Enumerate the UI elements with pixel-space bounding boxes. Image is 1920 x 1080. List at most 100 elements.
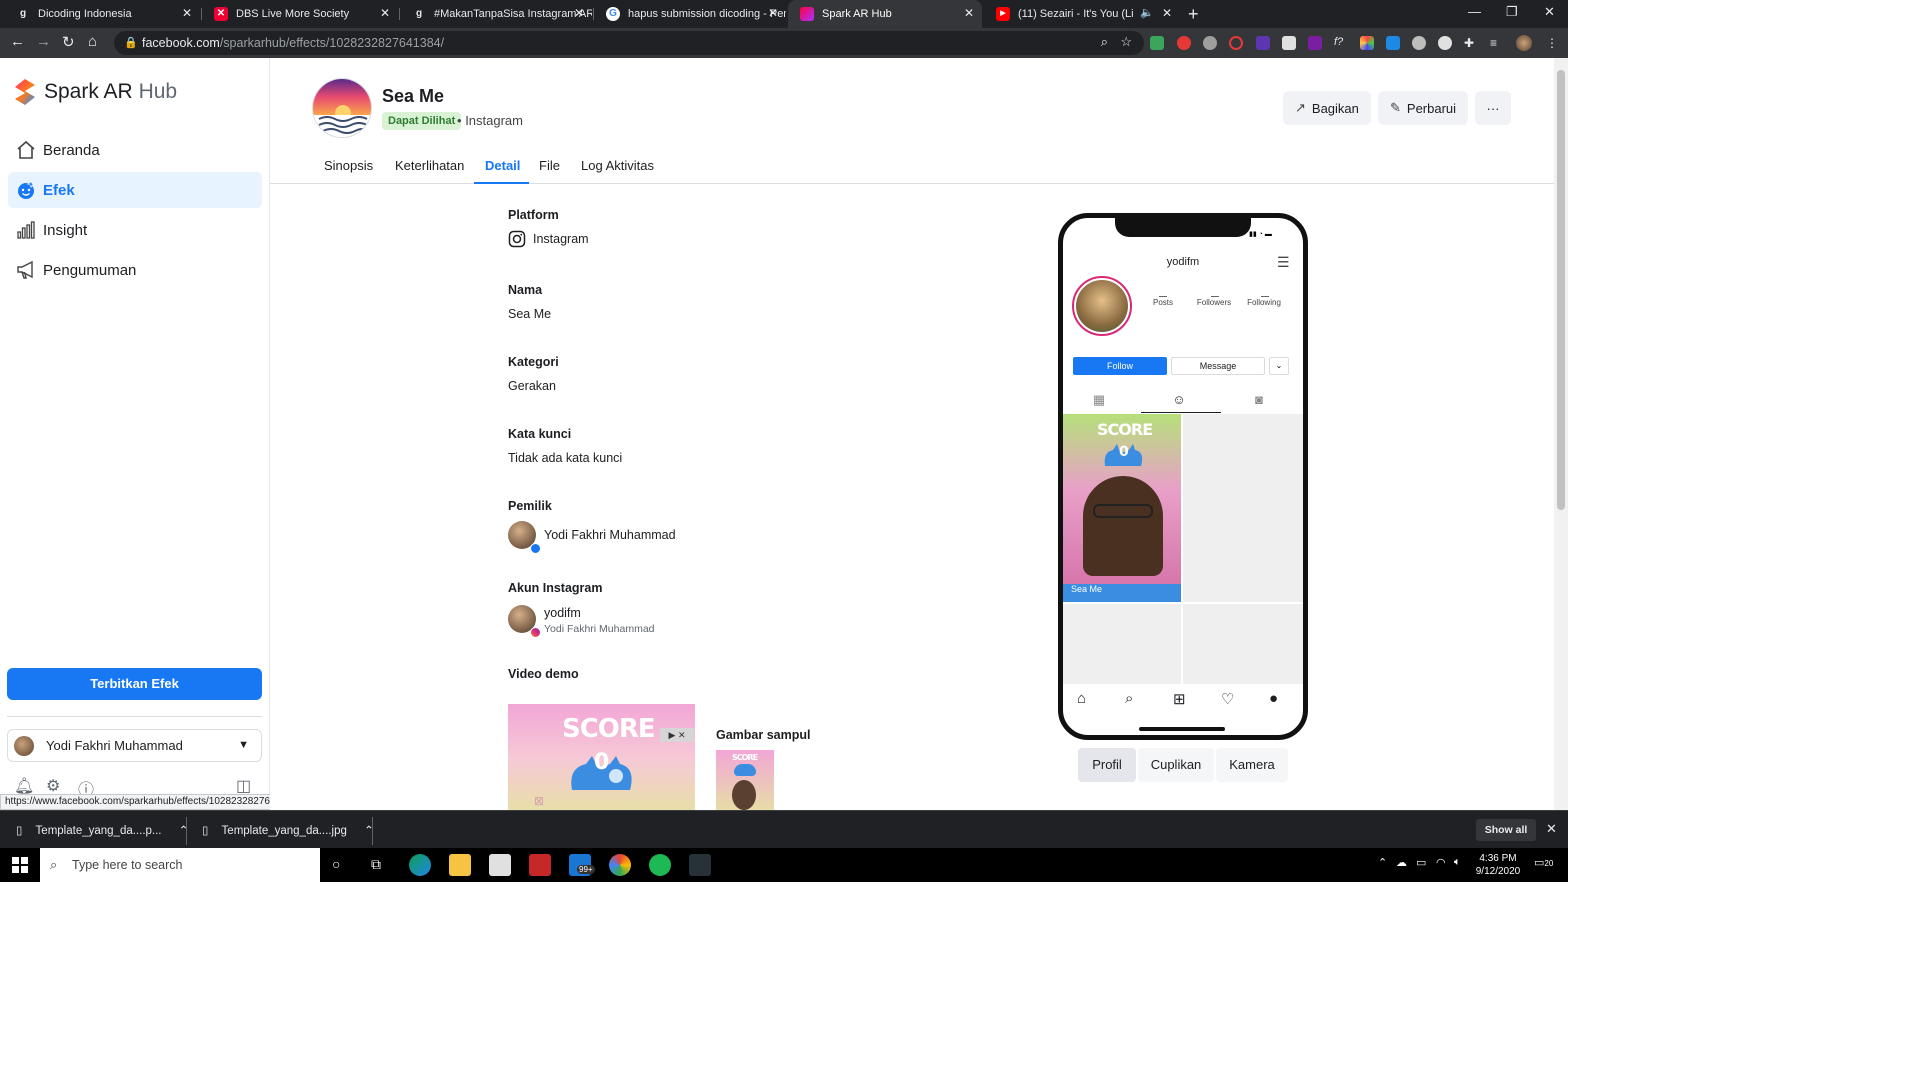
forward-icon[interactable]: →: [36, 33, 51, 50]
tagged-icon[interactable]: ◙: [1251, 392, 1267, 408]
effects-tab-icon[interactable]: ☺: [1171, 392, 1187, 408]
close-icon[interactable]: ✕: [380, 6, 390, 20]
sidebar-item-efek[interactable]: Efek: [8, 172, 262, 208]
windows-start-icon[interactable]: [12, 857, 28, 873]
browser-tab-active[interactable]: Spark AR Hub ✕: [788, 0, 982, 28]
cortana-icon[interactable]: ○: [332, 856, 340, 872]
extension-icon[interactable]: [1150, 36, 1164, 50]
extension-icon[interactable]: [1438, 36, 1452, 50]
home-icon[interactable]: ⌂: [88, 33, 97, 50]
tab-log-aktivitas[interactable]: Log Aktivitas: [581, 158, 654, 173]
browser-tab[interactable]: G hapus submission dicoding - Pen ✕: [594, 0, 786, 28]
extension-icon[interactable]: [1360, 36, 1374, 50]
notification-icon[interactable]: ▭20: [1534, 856, 1553, 869]
app-icon[interactable]: [689, 854, 711, 876]
browser-tab[interactable]: ▶ (11) Sezairi - It's You (Lirik da 🔈 ✕: [984, 0, 1180, 28]
file-explorer-icon[interactable]: [449, 854, 471, 876]
show-all-downloads-button[interactable]: Show all: [1476, 819, 1536, 841]
extension-icon[interactable]: [1308, 36, 1322, 50]
close-window-icon[interactable]: ✕: [1544, 4, 1555, 20]
owner-name[interactable]: Yodi Fakhri Muhammad: [544, 528, 676, 542]
heart-icon[interactable]: ♡: [1221, 690, 1234, 708]
spark-ar-hub-logo[interactable]: Spark AR Hub: [14, 78, 177, 106]
bell-icon[interactable]: 🔔︎: [14, 776, 34, 796]
close-icon[interactable]: ✕: [964, 6, 974, 20]
task-view-icon[interactable]: ⧉: [371, 856, 381, 873]
restore-icon[interactable]: ❐: [1506, 4, 1518, 20]
grid-icon[interactable]: ▦: [1091, 392, 1107, 408]
taskbar-clock[interactable]: 4:36 PM 9/12/2020: [1474, 852, 1522, 878]
sidebar-item-insight[interactable]: Insight: [8, 212, 262, 248]
menu-kebab-icon[interactable]: ⋮: [1546, 36, 1560, 50]
extension-icon[interactable]: [1412, 36, 1426, 50]
wifi-icon[interactable]: ◠: [1436, 856, 1446, 869]
follow-button[interactable]: Follow: [1073, 357, 1167, 375]
browser-tab[interactable]: g Dicoding Indonesia ✕: [4, 0, 200, 28]
collapse-sidebar-icon[interactable]: ◫: [236, 776, 251, 796]
gear-icon[interactable]: ⚙: [46, 776, 60, 796]
bookmark-star-icon[interactable]: ☆: [1120, 34, 1132, 50]
close-icon[interactable]: ✕: [1162, 6, 1172, 20]
close-icon[interactable]: ✕: [768, 6, 778, 20]
puzzle-icon[interactable]: ✚: [1464, 36, 1478, 50]
tab-detail[interactable]: Detail: [485, 158, 520, 173]
browser-tab[interactable]: g #MakanTanpaSisa Instagram AR ✕: [400, 0, 592, 28]
extension-icon[interactable]: [1386, 36, 1400, 50]
view-tab-cuplikan[interactable]: Cuplikan: [1138, 748, 1214, 782]
extension-icon[interactable]: [1177, 36, 1191, 50]
effect-grid-cell[interactable]: SCORE 0 Sea Me: [1063, 414, 1181, 602]
volume-icon[interactable]: 🔈︎: [1454, 856, 1461, 869]
media-control-icon[interactable]: ≡: [1490, 36, 1504, 50]
extension-icon[interactable]: [1256, 36, 1270, 50]
speaker-icon[interactable]: 🔈: [1140, 6, 1154, 19]
chrome-icon[interactable]: [609, 854, 631, 876]
extension-icon[interactable]: [1282, 36, 1296, 50]
cloud-icon[interactable]: ☁: [1396, 856, 1407, 869]
extension-icon[interactable]: [1229, 36, 1243, 50]
ig-username[interactable]: yodifm: [544, 606, 581, 620]
minimize-icon[interactable]: —: [1468, 4, 1481, 19]
update-button[interactable]: ✎ Perbarui: [1378, 91, 1469, 125]
close-icon[interactable]: ✕: [574, 6, 584, 20]
app-icon[interactable]: [529, 854, 551, 876]
view-tab-profil[interactable]: Profil: [1078, 748, 1136, 782]
back-icon[interactable]: ←: [10, 33, 25, 50]
zoom-icon[interactable]: ⌕: [1101, 34, 1108, 50]
view-tab-kamera[interactable]: Kamera: [1216, 748, 1288, 782]
scrollbar-thumb[interactable]: [1557, 70, 1565, 510]
account-switcher[interactable]: Yodi Fakhri Muhammad ▼: [7, 729, 262, 762]
download-item[interactable]: ▯ Template_yang_da....p... ⌃: [16, 823, 188, 837]
share-button[interactable]: ↗ Bagikan: [1283, 91, 1371, 125]
download-item[interactable]: ▯ Template_yang_da....jpg ⌃: [202, 823, 374, 837]
cover-image[interactable]: SCORE: [716, 750, 774, 810]
tray-chevron-icon[interactable]: ⌃: [1378, 856, 1387, 869]
spotify-icon[interactable]: [649, 854, 671, 876]
taskbar-search-input[interactable]: ⌕ Type here to search: [40, 848, 320, 882]
close-icon[interactable]: ✕: [182, 6, 192, 20]
chevron-down-icon[interactable]: ⌄: [1269, 357, 1289, 375]
new-tab-button[interactable]: +: [1188, 4, 1199, 25]
video-demo-player[interactable]: SCORE 0 ▶ ✕ ⊠: [508, 704, 695, 810]
tab-sinopsis[interactable]: Sinopsis: [324, 158, 373, 173]
reload-icon[interactable]: ↻: [62, 33, 75, 51]
home-icon[interactable]: ⌂: [1077, 690, 1086, 707]
profile-avatar[interactable]: [1516, 35, 1532, 51]
extension-icon[interactable]: [1203, 36, 1217, 50]
hamburger-menu-icon[interactable]: ☰: [1277, 254, 1290, 271]
sidebar-item-beranda[interactable]: Beranda: [8, 132, 262, 168]
message-button[interactable]: Message: [1171, 357, 1265, 375]
ad-overlay-controls[interactable]: ▶ ✕: [660, 728, 694, 742]
extension-icon[interactable]: f?: [1334, 36, 1348, 50]
sidebar-item-pengumuman[interactable]: Pengumuman: [8, 252, 262, 288]
address-bar[interactable]: 🔒 facebook.com/sparkarhub/effects/102823…: [114, 31, 1144, 55]
publish-effect-button[interactable]: Terbitkan Efek: [7, 668, 262, 700]
add-post-icon[interactable]: ⊞: [1173, 690, 1186, 708]
search-icon[interactable]: ⌕: [1125, 690, 1133, 707]
edge-icon[interactable]: [409, 854, 431, 876]
tab-keterlihatan[interactable]: Keterlihatan: [395, 158, 464, 173]
close-icon[interactable]: ✕: [1546, 821, 1557, 837]
store-icon[interactable]: [489, 854, 511, 876]
browser-tab[interactable]: ✕ DBS Live More Society ✕: [202, 0, 398, 28]
more-options-button[interactable]: ···: [1475, 91, 1511, 125]
tab-file[interactable]: File: [539, 158, 560, 173]
